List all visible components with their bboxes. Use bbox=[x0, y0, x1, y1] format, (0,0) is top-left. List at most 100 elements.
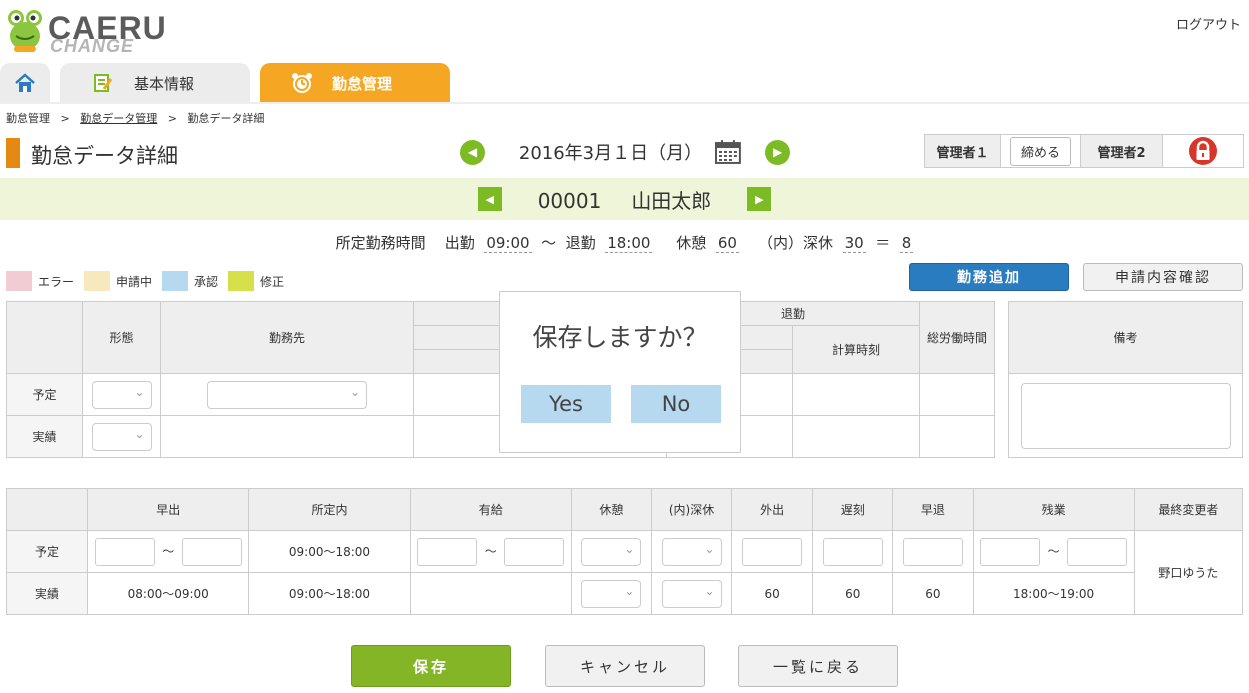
cell-regular-yotei: 09:00〜18:00 bbox=[248, 530, 411, 573]
night-break-minutes: 30 bbox=[842, 234, 866, 253]
break-select[interactable] bbox=[581, 579, 642, 608]
early-leave-input[interactable] bbox=[902, 537, 963, 566]
legend-swatch-approved bbox=[162, 271, 189, 291]
scheduled-hours: 所定勤務時間 出勤 09:00 〜 退勤 18:00 休憩 60 （内）深休 3… bbox=[335, 234, 914, 253]
yes-button[interactable]: Yes bbox=[521, 385, 611, 423]
col-overtime: 残業 bbox=[972, 488, 1135, 531]
tab-divider bbox=[0, 102, 1249, 104]
tab-attendance[interactable]: 勤怠管理 bbox=[260, 63, 450, 103]
breadcrumb-link[interactable]: 勤怠データ管理 bbox=[80, 112, 157, 125]
overtime-end-input[interactable] bbox=[1067, 537, 1128, 566]
legend-swatch-modified bbox=[228, 271, 255, 291]
cell-early-leave-jisseki: 60 bbox=[892, 572, 974, 615]
breadcrumb: 勤怠管理 > 勤怠データ管理 > 勤怠データ詳細 bbox=[6, 112, 265, 125]
col-last-editor: 最終変更者 bbox=[1133, 488, 1244, 531]
confirm-request-button[interactable]: 申請内容確認 bbox=[1083, 263, 1243, 291]
arrow-right-icon: ▶ bbox=[772, 145, 783, 159]
legend-swatch-error bbox=[6, 271, 32, 291]
remarks-table: 備考 bbox=[1008, 301, 1243, 458]
add-work-button[interactable]: 勤務追加 bbox=[909, 263, 1069, 291]
breadcrumb-item: 勤怠管理 bbox=[6, 112, 50, 125]
arrow-left-icon: ◀ bbox=[467, 145, 478, 159]
outing-input[interactable] bbox=[742, 537, 803, 566]
close-month-button[interactable]: 締める bbox=[1009, 136, 1071, 166]
employee-name: 山田太郎 bbox=[631, 188, 712, 213]
col-calc-time: 計算時刻 bbox=[792, 325, 920, 374]
lock-icon[interactable] bbox=[1188, 136, 1218, 166]
row-label-jisseki: 実績 bbox=[5, 572, 89, 615]
col-night-break: (内)深休 bbox=[650, 488, 733, 531]
end-time: 18:00 bbox=[605, 234, 653, 253]
admin1-label: 管理者１ bbox=[925, 135, 1001, 167]
date-navigator: ◀ 2016年3月１日（月） ▶ bbox=[460, 136, 790, 168]
col-place: 勤務先 bbox=[160, 301, 414, 374]
calendar-icon[interactable] bbox=[715, 140, 742, 164]
night-break-select[interactable] bbox=[661, 537, 722, 566]
home-icon bbox=[15, 73, 35, 92]
no-button[interactable]: No bbox=[631, 385, 721, 423]
tab-home[interactable] bbox=[0, 63, 50, 103]
early-start-input[interactable] bbox=[94, 537, 155, 566]
save-button[interactable]: 保存 bbox=[351, 645, 511, 687]
frog-logo-icon bbox=[8, 10, 42, 52]
remarks-textarea[interactable] bbox=[1020, 382, 1231, 449]
breadcrumb-current: 勤怠データ詳細 bbox=[187, 112, 265, 125]
col-outing: 外出 bbox=[731, 488, 814, 531]
start-time: 09:00 bbox=[484, 234, 532, 253]
form-select[interactable] bbox=[91, 422, 152, 451]
page-title: 勤怠データ詳細 bbox=[31, 144, 178, 168]
tab-label: 勤怠管理 bbox=[332, 74, 393, 93]
cell-regular-jisseki: 09:00〜18:00 bbox=[248, 572, 411, 615]
paid-start-input[interactable] bbox=[417, 537, 478, 566]
col-early-leave: 早退 bbox=[892, 488, 974, 531]
cell-late-jisseki: 60 bbox=[812, 572, 894, 615]
logo-subtext: CHANGE bbox=[50, 36, 135, 56]
next-employee-button[interactable]: ▶ bbox=[747, 187, 772, 211]
arrow-right-icon: ▶ bbox=[755, 192, 764, 206]
prev-employee-button[interactable]: ◀ bbox=[477, 187, 502, 211]
employee-id: 00001 bbox=[537, 188, 602, 213]
overtime-start-input[interactable] bbox=[979, 537, 1040, 566]
edit-icon bbox=[94, 74, 112, 92]
col-regular: 所定内 bbox=[248, 488, 411, 531]
cell-early-jisseki: 08:00〜09:00 bbox=[87, 572, 250, 615]
col-early: 早出 bbox=[87, 488, 250, 531]
admin2-label: 管理者2 bbox=[1081, 135, 1163, 167]
legend-swatch-pending bbox=[84, 271, 111, 291]
scheduled-hours-result: 8 bbox=[899, 234, 914, 253]
prev-date-button[interactable]: ◀ bbox=[460, 139, 485, 165]
last-editor: 野口ゆうた bbox=[1133, 530, 1244, 615]
cell-overtime-jisseki: 18:00〜19:00 bbox=[972, 572, 1135, 615]
early-end-input[interactable] bbox=[181, 537, 242, 566]
employee-bar: ◀ 00001 山田太郎 ▶ bbox=[0, 178, 1249, 220]
row-label-yotei: 予定 bbox=[5, 530, 89, 573]
clock-icon bbox=[292, 73, 312, 93]
time-summary-table: 早出 所定内 有給 休憩 (内)深休 外出 遅刻 早退 残業 最終変更者 予定 … bbox=[5, 488, 1244, 615]
row-label-jisseki: 実績 bbox=[6, 415, 83, 458]
night-break-select[interactable] bbox=[661, 579, 722, 608]
next-date-button[interactable]: ▶ bbox=[765, 139, 790, 165]
break-select[interactable] bbox=[581, 537, 642, 566]
cancel-button[interactable]: キャンセル bbox=[545, 645, 705, 687]
status-legend: エラー 申請中 承認 修正 bbox=[6, 271, 294, 291]
col-paid-leave: 有給 bbox=[409, 488, 572, 531]
col-break: 休憩 bbox=[570, 488, 653, 531]
form-select[interactable] bbox=[91, 380, 152, 409]
cell-outing-jisseki: 60 bbox=[731, 572, 814, 615]
app-logo[interactable]: CAERU CHANGE bbox=[0, 4, 170, 56]
paid-end-input[interactable] bbox=[504, 537, 565, 566]
current-date: 2016年3月１日（月） bbox=[518, 143, 703, 164]
break-minutes: 60 bbox=[715, 234, 739, 253]
approval-panel: 管理者１ 締める 管理者2 bbox=[924, 134, 1244, 168]
col-remarks: 備考 bbox=[1008, 301, 1243, 374]
late-input[interactable] bbox=[822, 537, 883, 566]
dialog-question: 保存しますか？ bbox=[532, 323, 708, 352]
tab-basic-info[interactable]: 基本情報 bbox=[60, 63, 250, 103]
logout-link[interactable]: ログアウト bbox=[1176, 14, 1241, 33]
col-form: 形態 bbox=[82, 301, 161, 374]
place-select[interactable] bbox=[207, 380, 367, 409]
col-late: 遅刻 bbox=[812, 488, 894, 531]
title-accent bbox=[6, 138, 20, 168]
back-to-list-button[interactable]: 一覧に戻る bbox=[738, 645, 898, 687]
tab-label: 基本情報 bbox=[134, 74, 195, 93]
